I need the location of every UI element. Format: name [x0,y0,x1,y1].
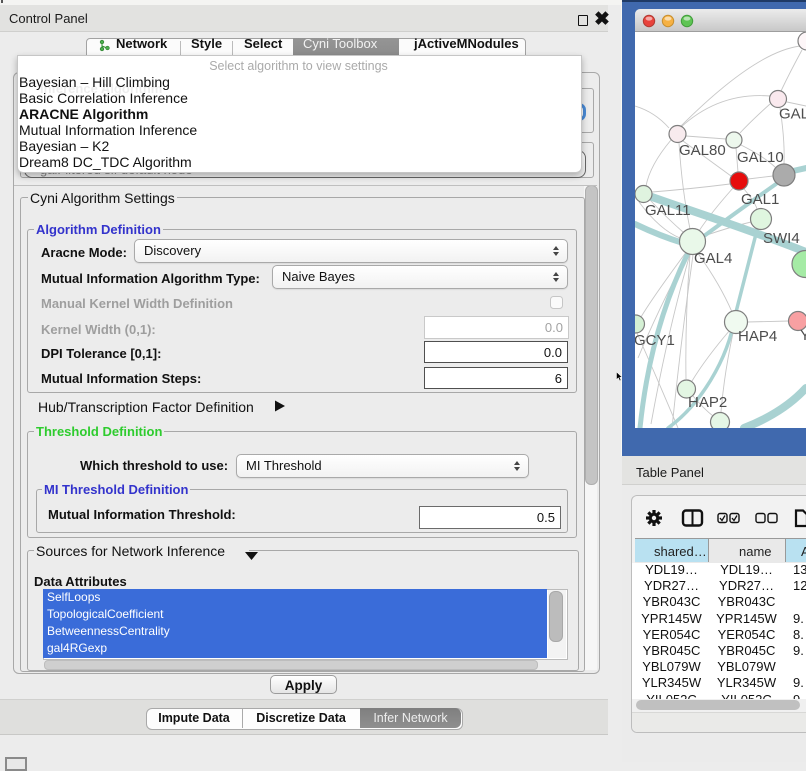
svg-text:GAL10: GAL10 [737,149,784,166]
svg-text:Y: Y [800,327,806,344]
svg-text:GCY1: GCY1 [635,332,675,349]
svg-text:HAP4: HAP4 [738,328,777,345]
svg-text:GAL11: GAL11 [645,202,691,219]
svg-text:SWI4: SWI4 [763,230,800,247]
svg-text:GAL4: GAL4 [694,250,732,267]
svg-text:GAL80: GAL80 [679,142,726,159]
svg-text:HAP2: HAP2 [688,394,727,411]
svg-text:GAL1: GAL1 [741,191,779,208]
svg-text:GAL: GAL [779,106,806,123]
